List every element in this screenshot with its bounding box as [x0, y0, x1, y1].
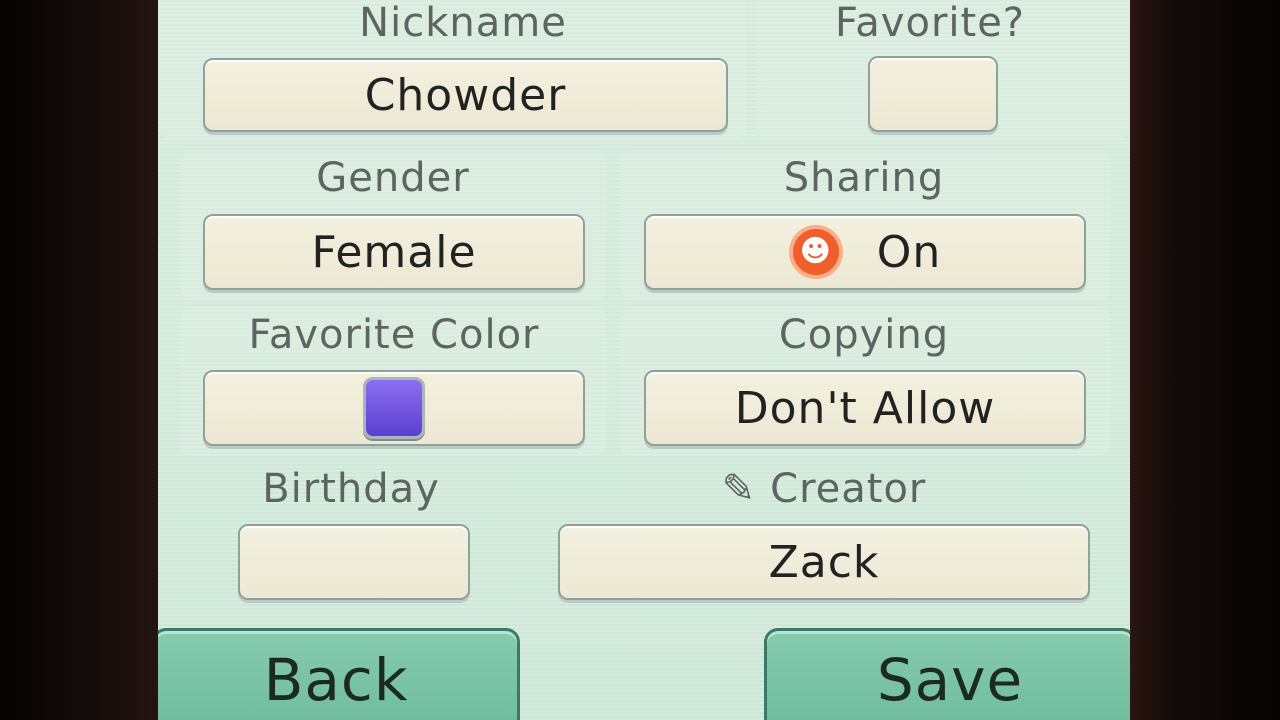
creator-label: Creator	[770, 466, 927, 512]
copying-label: Copying	[778, 312, 950, 358]
favorite-color-field[interactable]	[203, 370, 585, 446]
color-swatch	[363, 377, 425, 439]
favorite-toggle[interactable]	[868, 56, 998, 132]
favorite-label: Favorite?	[834, 0, 1026, 46]
favorite-color-label: Favorite Color	[248, 312, 540, 358]
nickname-label: Nickname	[359, 0, 567, 46]
device-bezel-right	[1130, 0, 1280, 720]
smiley-icon: ☻	[788, 225, 843, 279]
nickname-field[interactable]: Chowder	[203, 58, 728, 132]
gender-label: Gender	[316, 155, 470, 201]
copying-field[interactable]: Don't Allow	[644, 370, 1086, 446]
pencil-icon: ✎	[721, 466, 757, 512]
back-button[interactable]: Back	[158, 628, 520, 720]
sharing-label: Sharing	[783, 155, 945, 201]
sharing-field[interactable]: ☻ On	[644, 214, 1086, 290]
birthday-label: Birthday	[262, 466, 440, 512]
gender-field[interactable]: Female	[203, 214, 585, 290]
birthday-field[interactable]	[238, 524, 470, 600]
creator-label-wrap: ✎ Creator	[558, 466, 1090, 512]
creator-field[interactable]: Zack	[558, 524, 1090, 600]
mii-profile-screen: Nickname Chowder Favorite? Gender Female…	[158, 0, 1130, 720]
device-bezel-left	[0, 0, 158, 720]
save-button[interactable]: Save	[764, 628, 1130, 720]
sharing-value: On	[876, 226, 942, 278]
